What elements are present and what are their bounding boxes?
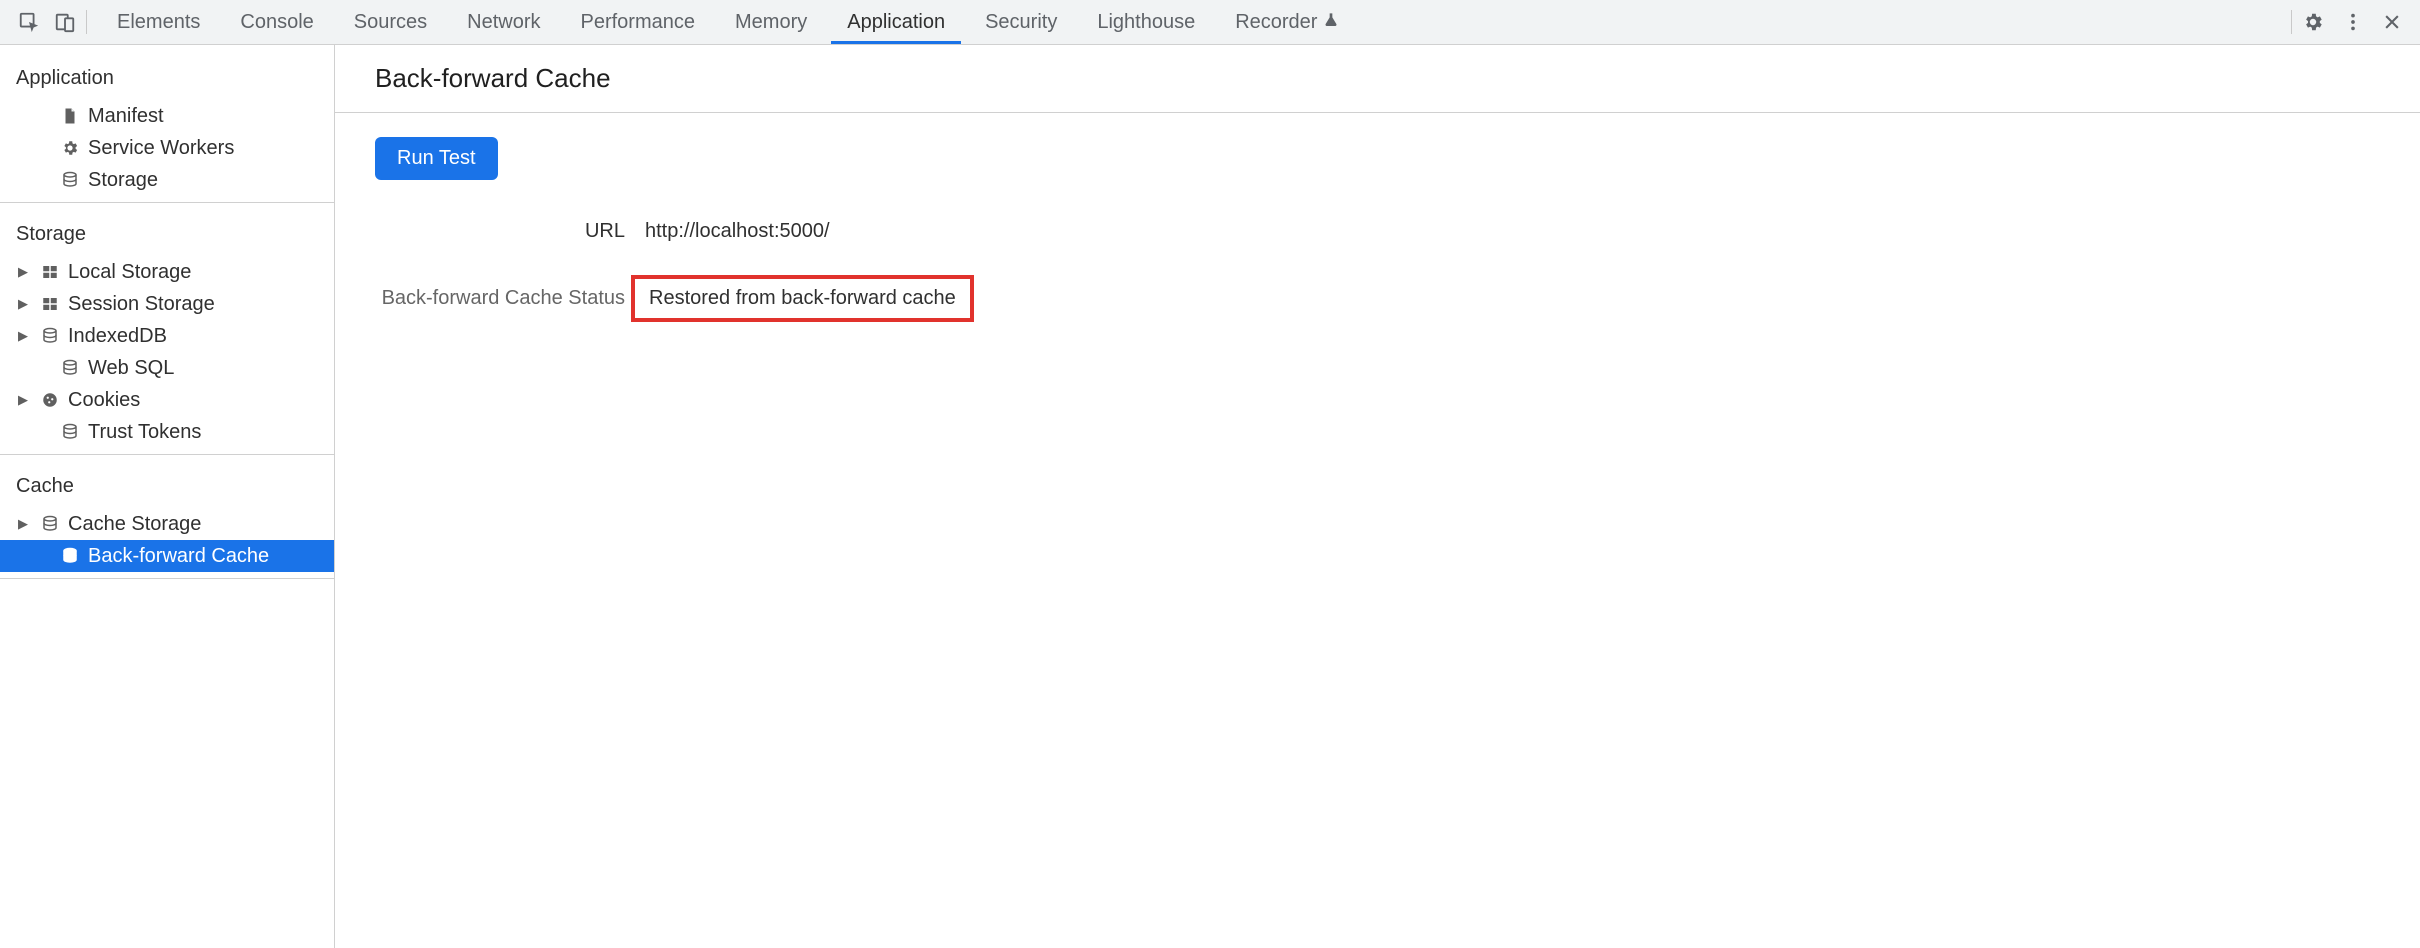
table-icon: [40, 294, 60, 314]
sidebar-item-label: Local Storage: [68, 261, 191, 284]
tab-label: Memory: [735, 11, 807, 34]
section-cache-title: Cache: [0, 461, 334, 508]
expand-arrow-icon[interactable]: ▶: [18, 328, 32, 344]
devtools-topbar: Elements Console Sources Network Perform…: [0, 0, 2420, 45]
sidebar-item-label: Session Storage: [68, 293, 215, 316]
sidebar-item-storage[interactable]: ▶ Storage: [0, 164, 334, 196]
url-value: http://localhost:5000/: [645, 220, 2380, 243]
sidebar-item-cookies[interactable]: ▶ Cookies: [0, 384, 334, 416]
settings-icon[interactable]: [2302, 11, 2324, 33]
tab-label: Console: [240, 11, 313, 34]
tab-lighthouse[interactable]: Lighthouse: [1077, 0, 1215, 44]
sidebar-item-label: Web SQL: [88, 357, 174, 380]
flask-icon: [1323, 11, 1339, 34]
sidebar-item-label: Cookies: [68, 389, 140, 412]
tab-label: Performance: [581, 11, 696, 34]
divider: [0, 454, 334, 455]
sidebar-item-local-storage[interactable]: ▶ Local Storage: [0, 256, 334, 288]
expand-arrow-icon[interactable]: ▶: [18, 264, 32, 280]
database-icon: [60, 170, 80, 190]
expand-arrow-icon[interactable]: ▶: [18, 296, 32, 312]
tab-console[interactable]: Console: [220, 0, 333, 44]
tab-label: Sources: [354, 11, 427, 34]
divider: [86, 10, 87, 34]
tab-performance[interactable]: Performance: [561, 0, 716, 44]
tab-label: Network: [467, 11, 540, 34]
sidebar-item-label: Service Workers: [88, 137, 234, 160]
sidebar-item-manifest[interactable]: ▶ Manifest: [0, 100, 334, 132]
device-toolbar-icon[interactable]: [54, 11, 76, 33]
section-storage-title: Storage: [0, 209, 334, 256]
sidebar-item-label: Manifest: [88, 105, 164, 128]
close-icon[interactable]: [2382, 12, 2402, 32]
tab-network[interactable]: Network: [447, 0, 560, 44]
tab-label: Elements: [117, 11, 200, 34]
sidebar-item-label: Storage: [88, 169, 158, 192]
database-icon: [40, 514, 60, 534]
divider: [0, 202, 334, 203]
content-pane: Back-forward Cache Run Test URL http://l…: [335, 45, 2420, 948]
more-icon[interactable]: [2342, 11, 2364, 33]
application-sidebar: Application ▶ Manifest ▶ Service Workers…: [0, 45, 335, 948]
database-icon: [60, 422, 80, 442]
tab-elements[interactable]: Elements: [97, 0, 220, 44]
status-value-highlight: Restored from back-forward cache: [631, 275, 974, 322]
cookie-icon: [40, 390, 60, 410]
tab-label: Application: [847, 11, 945, 34]
tab-recorder[interactable]: Recorder: [1215, 0, 1359, 44]
tab-label: Recorder: [1235, 11, 1317, 34]
sidebar-item-bfcache[interactable]: ▶ Back-forward Cache: [0, 540, 334, 572]
gear-icon: [60, 138, 80, 158]
sidebar-item-label: Trust Tokens: [88, 421, 201, 444]
tab-label: Lighthouse: [1097, 11, 1195, 34]
sidebar-item-cache-storage[interactable]: ▶ Cache Storage: [0, 508, 334, 540]
database-icon: [40, 326, 60, 346]
table-icon: [40, 262, 60, 282]
sidebar-item-session-storage[interactable]: ▶ Session Storage: [0, 288, 334, 320]
expand-arrow-icon[interactable]: ▶: [18, 516, 32, 532]
divider: [0, 578, 334, 579]
run-test-button[interactable]: Run Test: [375, 137, 498, 180]
tab-memory[interactable]: Memory: [715, 0, 827, 44]
sidebar-item-websql[interactable]: ▶ Web SQL: [0, 352, 334, 384]
inspect-element-icon[interactable]: [18, 11, 40, 33]
status-value: Restored from back-forward cache: [649, 287, 956, 309]
sidebar-item-label: IndexedDB: [68, 325, 167, 348]
tab-sources[interactable]: Sources: [334, 0, 447, 44]
divider: [2291, 10, 2292, 34]
panel-tabs: Elements Console Sources Network Perform…: [97, 0, 2281, 44]
sidebar-item-trust-tokens[interactable]: ▶ Trust Tokens: [0, 416, 334, 448]
database-icon: [60, 546, 80, 566]
page-title: Back-forward Cache: [335, 45, 2420, 113]
tab-application[interactable]: Application: [827, 0, 965, 44]
section-application-title: Application: [0, 53, 334, 100]
file-icon: [60, 106, 80, 126]
url-label: URL: [375, 220, 625, 243]
tab-label: Security: [985, 11, 1057, 34]
sidebar-item-label: Cache Storage: [68, 513, 201, 536]
database-icon: [60, 358, 80, 378]
sidebar-item-label: Back-forward Cache: [88, 545, 269, 568]
sidebar-item-indexeddb[interactable]: ▶ IndexedDB: [0, 320, 334, 352]
expand-arrow-icon[interactable]: ▶: [18, 392, 32, 408]
status-label: Back-forward Cache Status: [375, 287, 625, 310]
sidebar-item-service-workers[interactable]: ▶ Service Workers: [0, 132, 334, 164]
tab-security[interactable]: Security: [965, 0, 1077, 44]
